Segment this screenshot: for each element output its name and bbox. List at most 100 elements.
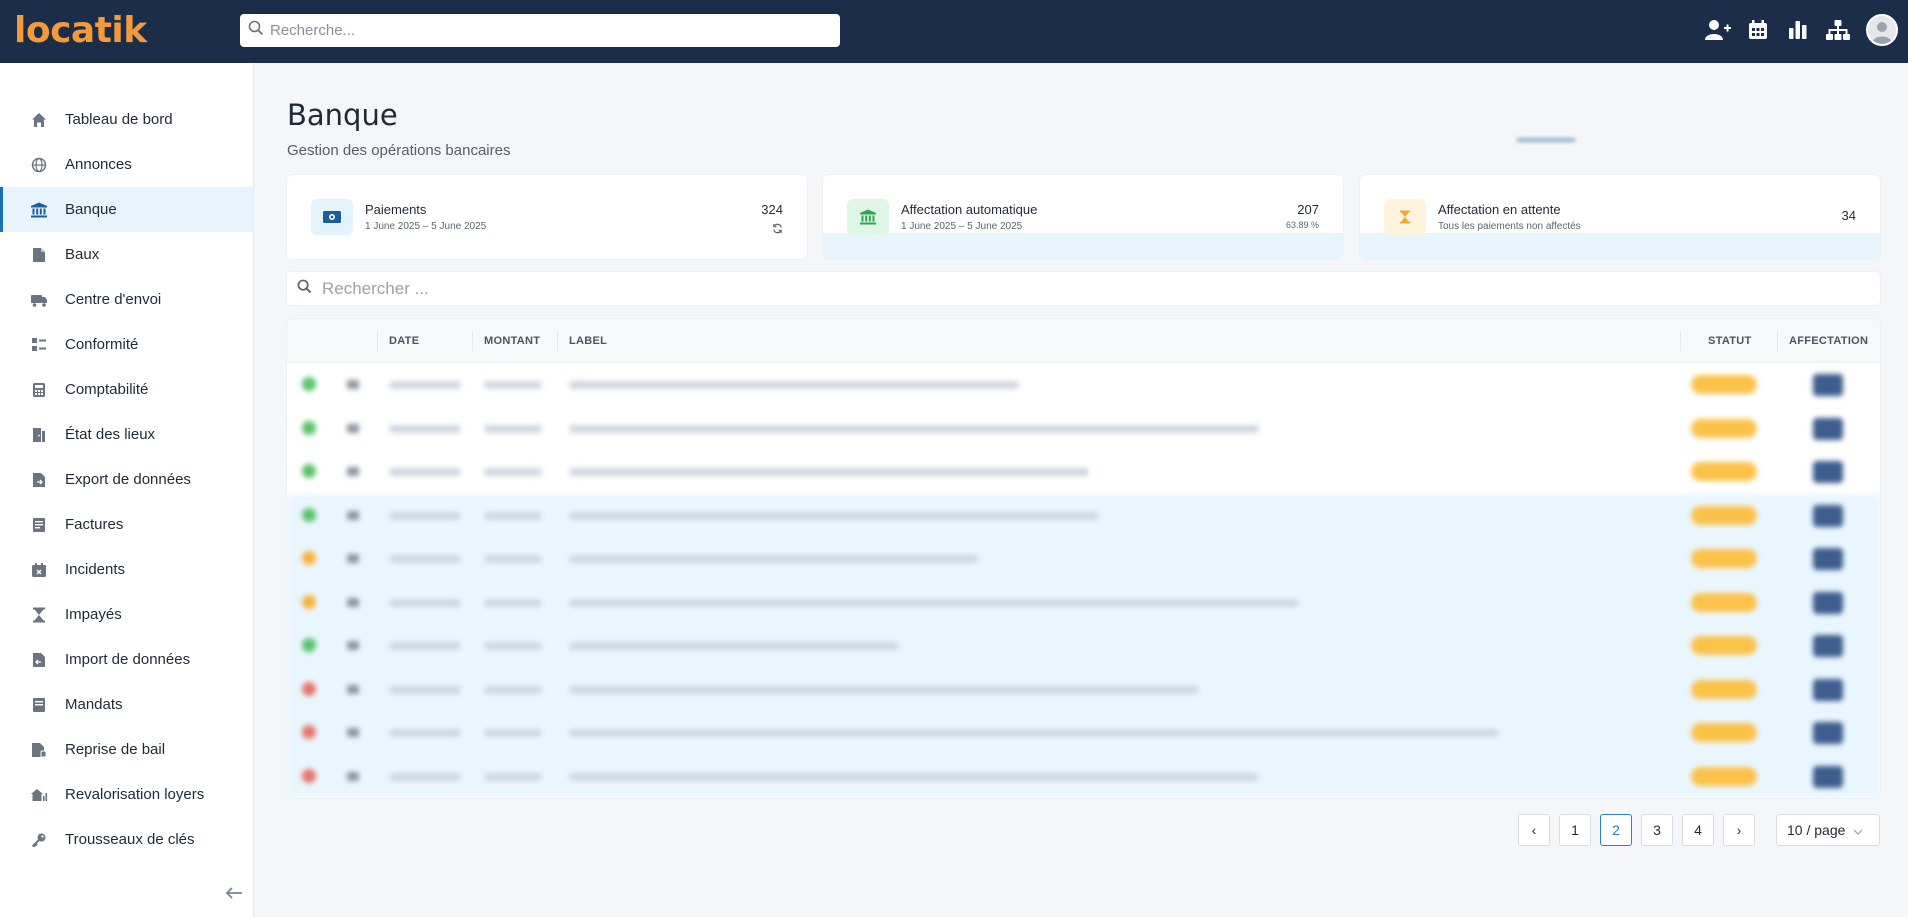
user-plus-icon[interactable] — [1698, 12, 1738, 48]
affectation-link-button[interactable] — [1813, 722, 1843, 744]
card-paiements[interactable]: Paiements 1 June 2025 – 5 June 2025 324 — [287, 175, 807, 259]
sidebar-item-impayes[interactable]: Impayés — [0, 592, 253, 637]
sidebar-item-conformite[interactable]: Conformité — [0, 322, 253, 367]
label-cell — [569, 642, 899, 650]
column-divider — [377, 331, 378, 351]
sidebar-item-reprise-de-bail[interactable]: Reprise de bail — [0, 727, 253, 772]
sidebar-item-label: Mandats — [65, 696, 123, 713]
label-cell — [569, 598, 1299, 607]
label-cell — [569, 511, 1099, 520]
table-row[interactable] — [287, 363, 1880, 407]
date-cell — [389, 598, 461, 607]
next-page-button[interactable]: › — [1723, 814, 1755, 846]
table-row[interactable] — [287, 407, 1880, 451]
avatar[interactable] — [1866, 14, 1898, 46]
page-subtitle: Gestion des opérations bancaires — [287, 142, 511, 159]
sidebar-item-import-de-donnees[interactable]: Import de données — [0, 637, 253, 682]
affectation-link-button[interactable] — [1813, 504, 1843, 527]
amount-cell — [484, 381, 542, 389]
payment-type-icon — [347, 728, 359, 737]
payment-type-icon — [347, 423, 359, 433]
affectation-link-button[interactable] — [1813, 461, 1843, 483]
amount-cell — [484, 642, 542, 650]
app-logo[interactable]: locatik — [14, 10, 147, 51]
payment-type-icon — [347, 771, 359, 781]
column-header-montant[interactable]: MONTANT — [484, 335, 540, 347]
date-cell — [389, 729, 461, 737]
label-cell — [569, 685, 1199, 694]
list-search-input[interactable] — [322, 278, 1880, 299]
tab-blurred-1[interactable]: ​ — [1392, 112, 1479, 127]
status-dot-icon — [302, 638, 316, 652]
sidebar-item-label: Tableau de bord — [65, 111, 173, 128]
table-row[interactable] — [287, 580, 1880, 624]
affectation-link-button[interactable] — [1813, 374, 1843, 396]
table-row[interactable] — [287, 667, 1880, 711]
affectation-link-button[interactable] — [1813, 765, 1843, 788]
sidebar-item-revalorisation-loyers[interactable]: Revalorisation loyers — [0, 772, 253, 817]
page-title: Banque — [287, 98, 398, 132]
card-percentage: 63.89 % — [1285, 220, 1319, 230]
money-icon — [311, 199, 353, 235]
payment-type-icon — [347, 641, 359, 650]
column-header-affectation[interactable]: AFFECTATION — [1789, 335, 1868, 347]
sidebar-item-tableau-de-bord[interactable]: Tableau de bord — [0, 97, 253, 142]
prev-page-button[interactable]: ‹ — [1518, 814, 1550, 846]
sidebar-item-baux[interactable]: Baux — [0, 232, 253, 277]
sidebar-item-trousseaux-de-cles[interactable]: Trousseaux de clés — [0, 817, 253, 862]
status-badge — [1691, 766, 1757, 786]
status-badge — [1691, 505, 1757, 525]
calendar-icon[interactable] — [1738, 12, 1778, 48]
sidebar-item-factures[interactable]: Factures — [0, 502, 253, 547]
card-value: 34 — [1841, 208, 1856, 223]
page-button-2[interactable]: 2 — [1600, 814, 1632, 846]
table-row[interactable] — [287, 711, 1880, 755]
table-body — [287, 363, 1880, 798]
sidebar-item-incidents[interactable]: Incidents — [0, 547, 253, 592]
column-header-statut[interactable]: STATUT — [1708, 335, 1752, 347]
affectation-link-button[interactable] — [1813, 678, 1843, 701]
global-search-input[interactable] — [270, 22, 840, 39]
table-row[interactable] — [287, 493, 1880, 537]
column-divider — [1680, 331, 1681, 351]
home-chart-icon — [30, 786, 48, 804]
affectation-link-button[interactable] — [1813, 417, 1843, 440]
collapse-sidebar-icon[interactable] — [222, 881, 246, 905]
label-cell — [569, 729, 1499, 737]
affectation-link-button[interactable] — [1813, 591, 1843, 614]
affectation-link-button[interactable] — [1813, 635, 1843, 657]
table-row[interactable] — [287, 537, 1880, 581]
date-cell — [389, 772, 461, 781]
global-search-box[interactable] — [240, 14, 840, 47]
table-row[interactable] — [287, 450, 1880, 494]
page-button-1[interactable]: 1 — [1559, 814, 1591, 846]
tab-blurred-2[interactable] — [1517, 112, 1575, 141]
page-size-select[interactable]: 10 / page — [1776, 814, 1880, 846]
status-dot-icon — [302, 377, 316, 391]
amount-cell — [484, 511, 542, 520]
table-row[interactable] — [287, 624, 1880, 668]
affectation-link-button[interactable] — [1813, 548, 1843, 570]
sitemap-icon[interactable] — [1818, 12, 1858, 48]
bar-chart-icon[interactable] — [1778, 12, 1818, 48]
sidebar-item-etat-des-lieux[interactable]: État des lieux — [0, 412, 253, 457]
page-button-3[interactable]: 3 — [1641, 814, 1673, 846]
list-search-box[interactable] — [287, 272, 1880, 305]
sidebar-item-comptabilite[interactable]: Comptabilité — [0, 367, 253, 412]
column-header-label[interactable]: LABEL — [569, 335, 607, 347]
table-row[interactable] — [287, 754, 1880, 798]
tab-blurred-4[interactable] — [1781, 112, 1882, 127]
page-button-4[interactable]: 4 — [1682, 814, 1714, 846]
sidebar-item-mandats[interactable]: Mandats — [0, 682, 253, 727]
sidebar-item-label: Banque — [65, 201, 117, 218]
date-cell — [389, 381, 461, 389]
card-affectation-automatique[interactable]: Affectation automatique 1 June 2025 – 5 … — [823, 175, 1343, 259]
column-header-date[interactable]: DATE — [389, 335, 419, 347]
refresh-icon[interactable] — [761, 221, 783, 239]
sidebar-item-export-de-donnees[interactable]: Export de données — [0, 457, 253, 502]
sidebar-item-annonces[interactable]: Annonces — [0, 142, 253, 187]
sidebar-item-banque[interactable]: Banque — [0, 187, 253, 232]
sidebar-item-centre-d-envoi[interactable]: Centre d'envoi — [0, 277, 253, 322]
card-affectation-en-attente[interactable]: Affectation en attente Tous les paiement… — [1360, 175, 1880, 259]
tab-blurred-3[interactable] — [1613, 112, 1743, 127]
